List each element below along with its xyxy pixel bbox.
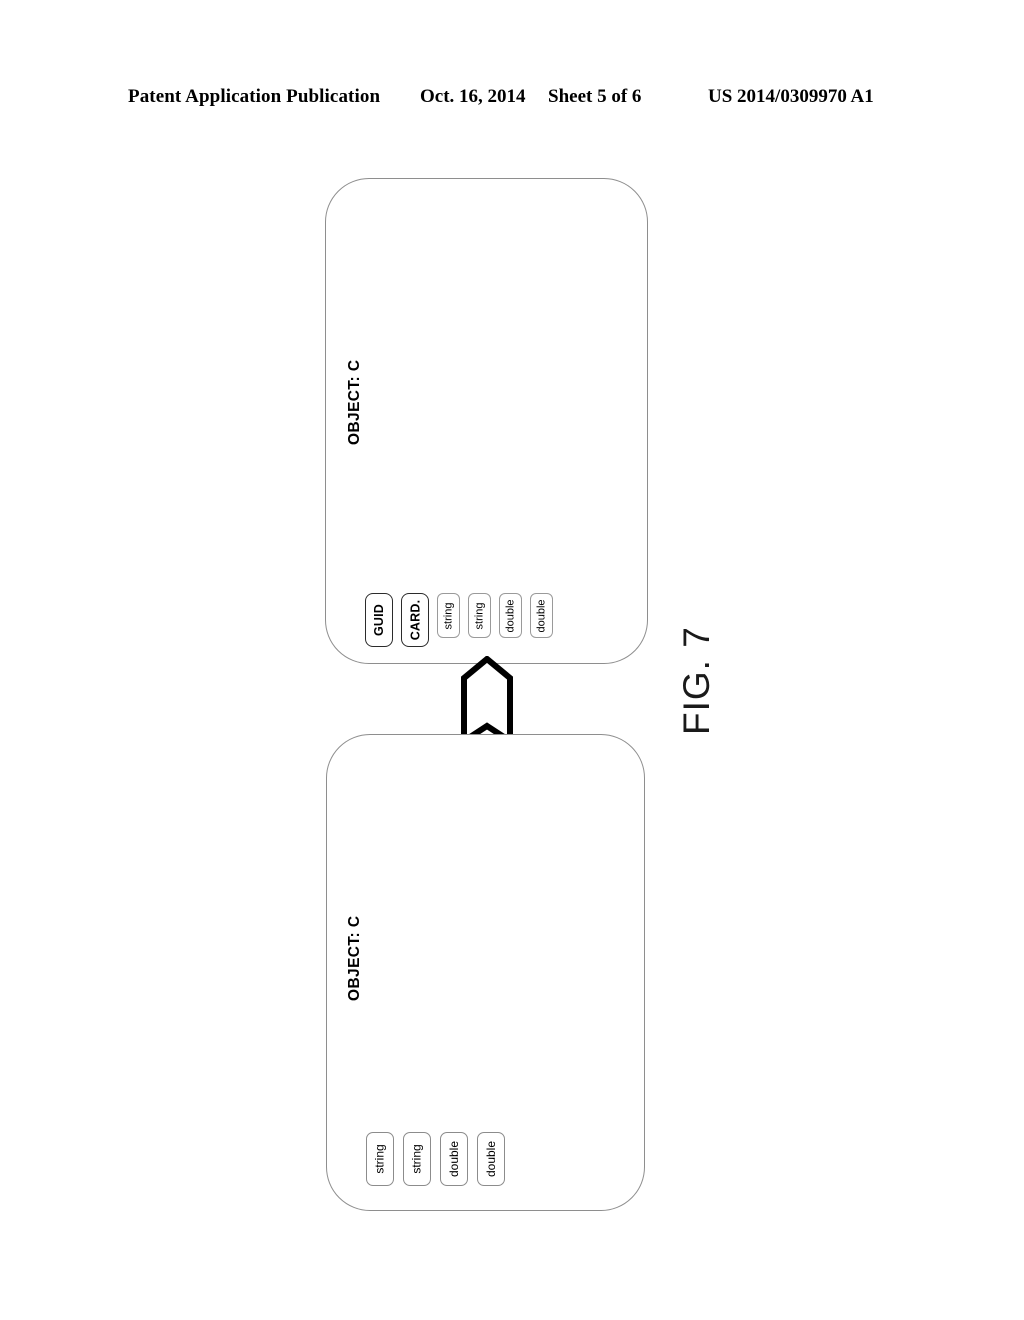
figure-caption: FIG. 7 (676, 626, 717, 735)
attribute-pill-label: double (504, 598, 517, 633)
object-title-bottom: OBJECT: C (346, 915, 363, 1001)
attribute-pill-double-1: double (440, 1132, 468, 1186)
attribute-pill-string-2: string (468, 593, 491, 638)
attribute-pill-label: string (473, 602, 486, 629)
up-block-arrow-icon (461, 656, 513, 744)
attribute-pill-label: GUID (372, 603, 386, 637)
attribute-pill-string-1: string (437, 593, 460, 638)
attribute-pill-label: double (447, 1140, 462, 1178)
attribute-pill-label: string (442, 602, 455, 629)
attribute-pill-double-2: double (530, 593, 553, 638)
attribute-pill-card: CARD. (401, 593, 429, 647)
attribute-row-top: GUID CARD. string string double double (365, 593, 553, 647)
attribute-pill-label: CARD. (408, 599, 422, 641)
attribute-pill-label: double (535, 598, 548, 633)
attribute-pill-double-1: double (499, 593, 522, 638)
patent-figure: OBJECT: C GUID CARD. string string doubl… (0, 0, 1024, 1320)
object-box-c-top: OBJECT: C GUID CARD. string string doubl… (325, 178, 648, 664)
attribute-pill-string-1: string (366, 1132, 394, 1186)
attribute-pill-label: double (484, 1140, 499, 1178)
object-box-c-bottom: OBJECT: C string string double double (326, 734, 645, 1211)
attribute-pill-string-2: string (403, 1132, 431, 1186)
object-title-top: OBJECT: C (346, 359, 363, 445)
attribute-row-bottom: string string double double (366, 1132, 505, 1186)
attribute-pill-guid: GUID (365, 593, 393, 647)
attribute-pill-double-2: double (477, 1132, 505, 1186)
attribute-pill-label: string (410, 1144, 424, 1174)
attribute-pill-label: string (373, 1144, 387, 1174)
